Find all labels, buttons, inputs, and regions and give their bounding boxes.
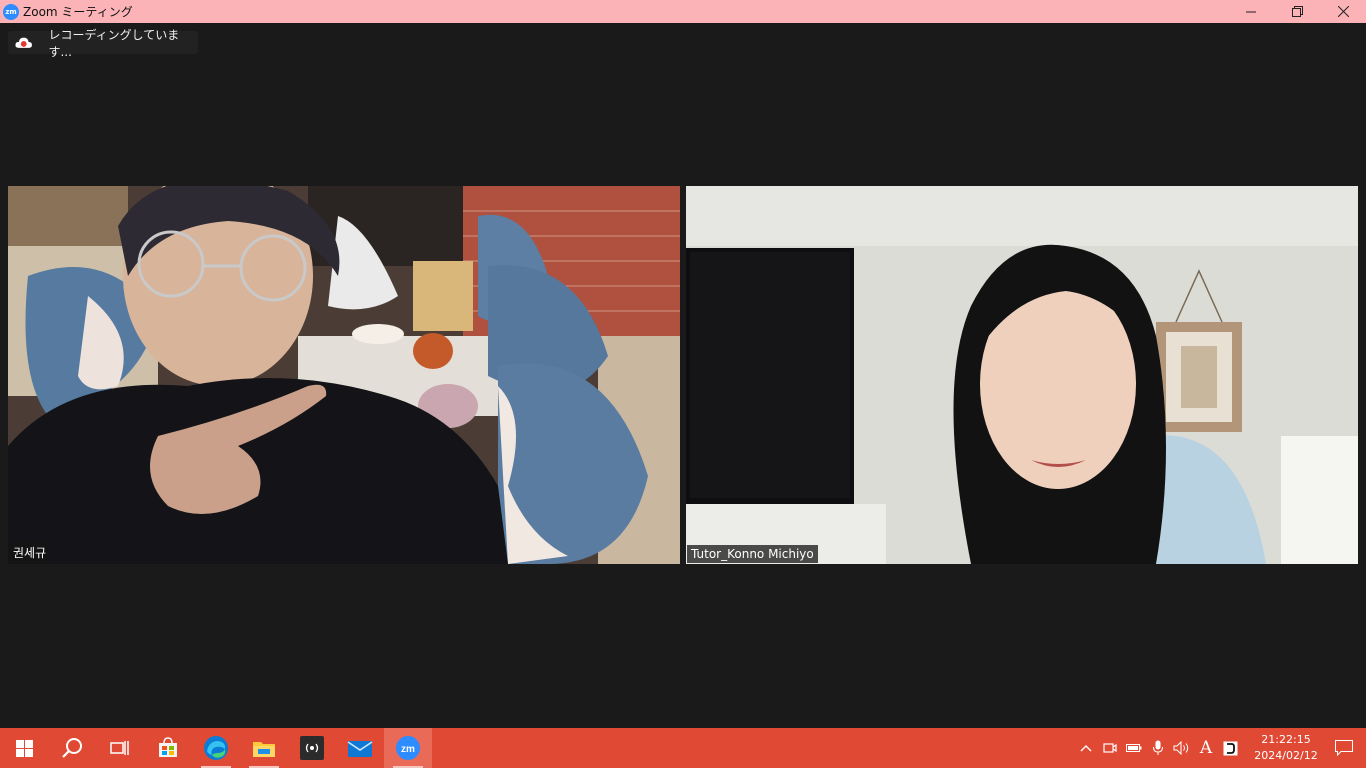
- microsoft-store-icon: [159, 737, 177, 757]
- video-frame-1: [8, 186, 680, 564]
- taskbar-app-mail[interactable]: [336, 728, 384, 768]
- meet-now-button[interactable]: [1098, 728, 1122, 768]
- taskbar-app-edge[interactable]: [192, 728, 240, 768]
- video-frame-2: [686, 186, 1358, 564]
- minimize-icon: [1246, 11, 1256, 12]
- clock-time: 21:22:15: [1261, 733, 1311, 746]
- edge-icon: [204, 736, 228, 760]
- taskbar: zm A 21:22:15 2024/02/12: [0, 728, 1366, 768]
- recording-label: レコーディングしています...: [48, 27, 180, 59]
- restore-icon: [1291, 6, 1303, 17]
- window-title: Zoom ミーティング: [23, 5, 133, 19]
- mail-icon: [347, 741, 373, 757]
- microphone-icon: [1153, 740, 1163, 755]
- chevron-up-icon: [1080, 745, 1092, 752]
- zoom-logo-icon: zm: [3, 3, 19, 20]
- taskbar-app-explorer[interactable]: [240, 728, 288, 768]
- task-view-icon: [110, 741, 129, 755]
- search-button[interactable]: [48, 728, 96, 768]
- taskbar-app-broadcast[interactable]: [288, 728, 336, 768]
- participant-name-2: Tutor_Konno Michiyo: [687, 545, 818, 563]
- participant-name-1: 권세규: [9, 542, 51, 563]
- clock-date: 2024/02/12: [1254, 749, 1318, 762]
- ime-mode-button[interactable]: A: [1194, 728, 1218, 768]
- start-icon: [15, 739, 33, 757]
- volume-icon: [1173, 741, 1189, 755]
- file-explorer-icon: [253, 742, 275, 757]
- restore-button[interactable]: [1274, 0, 1320, 23]
- participant-video-1[interactable]: 권세규: [8, 186, 680, 564]
- show-hidden-icons-button[interactable]: [1074, 728, 1098, 768]
- recording-indicator[interactable]: レコーディングしています...: [8, 28, 198, 59]
- cloud-recording-icon: [15, 37, 32, 48]
- zoom-taskbar-label: zm: [401, 744, 415, 755]
- battery-button[interactable]: [1122, 728, 1146, 768]
- taskbar-clock[interactable]: 21:22:15 2024/02/12: [1250, 732, 1322, 764]
- microphone-button[interactable]: [1146, 728, 1170, 768]
- participant-video-2[interactable]: Tutor_Konno Michiyo: [686, 186, 1358, 564]
- camera-icon: [1103, 743, 1117, 753]
- taskbar-app-store[interactable]: [144, 728, 192, 768]
- taskbar-app-zoom[interactable]: zm: [384, 728, 432, 768]
- start-button[interactable]: [0, 728, 48, 768]
- zoom-logo-text: zm: [5, 7, 17, 16]
- close-icon: [1337, 6, 1349, 17]
- search-icon: [62, 738, 82, 758]
- volume-button[interactable]: [1170, 728, 1194, 768]
- zoom-icon: zm: [396, 736, 420, 760]
- task-view-button[interactable]: [96, 728, 144, 768]
- close-button[interactable]: [1320, 0, 1366, 23]
- title-bar: zm Zoom ミーティング: [0, 0, 1366, 23]
- window-controls: [1228, 0, 1366, 23]
- broadcast-app-icon: [300, 736, 324, 760]
- tray-app-icon: [1223, 741, 1237, 755]
- tray-app-button[interactable]: [1218, 728, 1242, 768]
- system-tray: A 21:22:15 2024/02/12: [1074, 728, 1366, 768]
- ime-label: A: [1199, 738, 1213, 758]
- minimize-button[interactable]: [1228, 0, 1274, 23]
- notification-icon: [1335, 740, 1353, 756]
- notifications-button[interactable]: [1322, 728, 1366, 768]
- battery-icon: [1126, 744, 1142, 752]
